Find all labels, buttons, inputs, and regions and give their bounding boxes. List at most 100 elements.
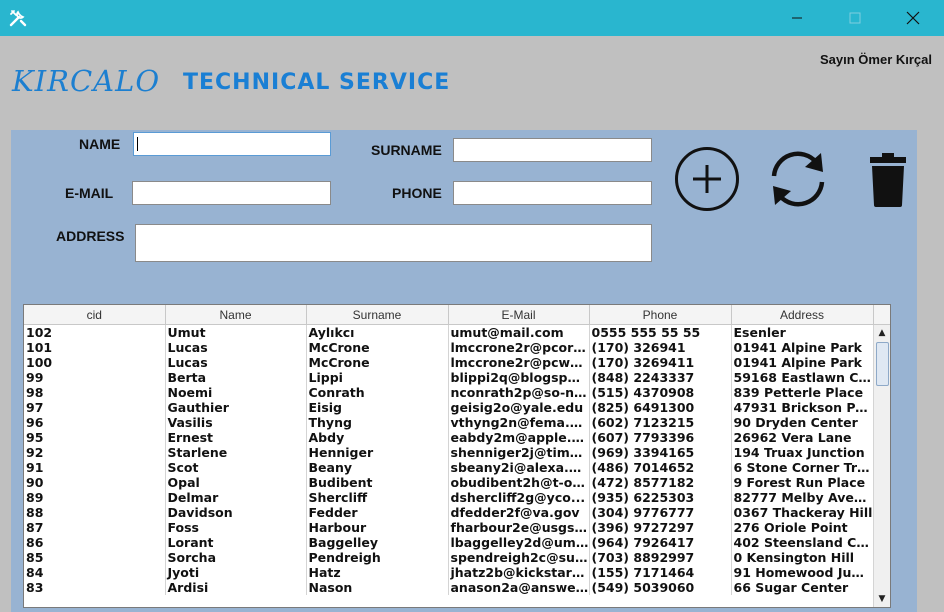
table-row[interactable]: 88 Davidson Fedder dfedder2f@va.gov (304) 97… bbox=[24, 505, 874, 520]
cell-phone: (969) 3394165 bbox=[589, 445, 732, 460]
cell-cid: 101 bbox=[24, 340, 166, 355]
address-field[interactable] bbox=[135, 224, 652, 262]
cell-email: vthyng2n@fema.g... bbox=[448, 415, 590, 430]
table-row[interactable]: 96 Vasilis Thyng vthyng2n@fema.g... (602) 71… bbox=[24, 415, 874, 430]
cell-address: 91 Homewood Jun... bbox=[731, 565, 874, 580]
table-row[interactable]: 98 Noemi Conrath nconrath2p@so-ne... (515) 4… bbox=[24, 385, 874, 400]
table-row[interactable]: 101 Lucas McCrone lmccrone2r@pcorl... (170) … bbox=[24, 340, 874, 355]
add-button[interactable] bbox=[672, 144, 742, 214]
cell-address: 66 Sugar Center bbox=[731, 580, 874, 595]
address-label: ADDRESS bbox=[56, 228, 125, 244]
cell-email: spendreigh2c@sun... bbox=[448, 550, 590, 565]
maximize-button[interactable] bbox=[832, 0, 878, 36]
table-row[interactable]: 83 Ardisi Nason anason2a@answer... (549) 503… bbox=[24, 580, 874, 595]
close-icon bbox=[906, 11, 920, 25]
cell-phone: (935) 6225303 bbox=[589, 490, 732, 505]
cell-phone: (549) 5039060 bbox=[589, 580, 732, 595]
cell-surname: Beany bbox=[306, 460, 449, 475]
table-row[interactable]: 87 Foss Harbour fharbour2e@usgs.... (396) 97… bbox=[24, 520, 874, 535]
minimize-button[interactable] bbox=[774, 0, 820, 36]
cell-cid: 100 bbox=[24, 355, 166, 370]
table-row[interactable]: 86 Lorant Baggelley lbaggelley2d@umi... (964… bbox=[24, 535, 874, 550]
table-row[interactable]: 85 Sorcha Pendreigh spendreigh2c@sun... (703… bbox=[24, 550, 874, 565]
column-header-name[interactable]: Name bbox=[165, 305, 307, 325]
surname-field[interactable] bbox=[453, 138, 652, 162]
table-row[interactable]: 92 Starlene Henniger shenniger2j@time... (96… bbox=[24, 445, 874, 460]
column-header-cid[interactable]: cid bbox=[24, 305, 166, 325]
surname-label: SURNAME bbox=[371, 142, 442, 158]
cell-email: blippi2q@blogspo... bbox=[448, 370, 590, 385]
close-button[interactable] bbox=[890, 0, 936, 36]
phone-label: PHONE bbox=[392, 185, 442, 201]
cell-surname: Abdy bbox=[306, 430, 449, 445]
cell-surname: Eisig bbox=[306, 400, 449, 415]
email-label: E-MAIL bbox=[65, 185, 114, 201]
cell-name: Ardisi bbox=[165, 580, 307, 595]
column-header-phone[interactable]: Phone bbox=[589, 305, 732, 325]
cell-surname: McCrone bbox=[306, 340, 449, 355]
cell-surname: Lippi bbox=[306, 370, 449, 385]
cell-address: 01941 Alpine Park bbox=[731, 340, 874, 355]
cell-name: Gauthier bbox=[165, 400, 307, 415]
table-row[interactable]: 99 Berta Lippi blippi2q@blogspo... (848) 224… bbox=[24, 370, 874, 385]
cell-cid: 87 bbox=[24, 520, 166, 535]
customer-table[interactable]: cid Name Surname E-Mail Phone Address 10… bbox=[23, 304, 891, 608]
cell-cid: 102 bbox=[24, 324, 166, 340]
cell-phone: (825) 6491300 bbox=[589, 400, 732, 415]
cell-cid: 83 bbox=[24, 580, 166, 595]
cell-cid: 88 bbox=[24, 505, 166, 520]
cell-phone: (170) 3269411 bbox=[589, 355, 732, 370]
cell-surname: Shercliff bbox=[306, 490, 449, 505]
cell-phone: (602) 7123215 bbox=[589, 415, 732, 430]
table-row[interactable]: 84 Jyoti Hatz jhatz2b@kickstart... (155) 717… bbox=[24, 565, 874, 580]
name-field[interactable] bbox=[133, 132, 331, 156]
column-header-email[interactable]: E-Mail bbox=[448, 305, 590, 325]
cell-address: 59168 Eastlawn Cir... bbox=[731, 370, 874, 385]
cell-surname: Baggelley bbox=[306, 535, 449, 550]
delete-button[interactable] bbox=[853, 144, 923, 214]
refresh-button[interactable] bbox=[763, 144, 833, 214]
table-row[interactable]: 91 Scot Beany sbeany2i@alexa.c... (486) 7014… bbox=[24, 460, 874, 475]
scroll-thumb[interactable] bbox=[876, 342, 889, 386]
cell-cid: 84 bbox=[24, 565, 166, 580]
cell-surname: Conrath bbox=[306, 385, 449, 400]
cell-address: 9 Forest Run Place bbox=[731, 475, 874, 490]
cell-name: Noemi bbox=[165, 385, 307, 400]
cell-address: 47931 Brickson Pa... bbox=[731, 400, 874, 415]
email-field[interactable] bbox=[132, 181, 331, 205]
column-header-address[interactable]: Address bbox=[731, 305, 874, 325]
cell-name: Foss bbox=[165, 520, 307, 535]
cell-name: Davidson bbox=[165, 505, 307, 520]
page-title: TECHNICAL SERVICE bbox=[183, 70, 451, 95]
cell-phone: (486) 7014652 bbox=[589, 460, 732, 475]
table-row[interactable]: 100 Lucas McCrone lmccrone2r@pcwo... (170) 3… bbox=[24, 355, 874, 370]
table-row[interactable]: 102 Umut Aylıkcı umut@mail.com 0555 555 55 5… bbox=[24, 324, 874, 340]
table-row[interactable]: 95 Ernest Abdy eabdy2m@apple.c... (607) 7793… bbox=[24, 430, 874, 445]
table-row[interactable]: 90 Opal Budibent obudibent2h@t-on... (472) 8… bbox=[24, 475, 874, 490]
scroll-down-button[interactable]: ▼ bbox=[874, 591, 890, 607]
cell-name: Vasilis bbox=[165, 415, 307, 430]
customer-form-panel: NAME SURNAME E-MAIL PHONE ADDRESS cid Na… bbox=[11, 130, 917, 612]
table-row[interactable]: 89 Delmar Shercliff dshercliff2g@yco... (935… bbox=[24, 490, 874, 505]
user-greeting: Sayın Ömer Kırçal bbox=[820, 52, 932, 67]
cell-phone: (472) 8577182 bbox=[589, 475, 732, 490]
vertical-scrollbar[interactable]: ▲ ▼ bbox=[873, 325, 890, 607]
logo: KIRCALO bbox=[12, 64, 161, 98]
cell-surname: Nason bbox=[306, 580, 449, 595]
cell-email: anason2a@answer... bbox=[448, 580, 590, 595]
cell-name: Starlene bbox=[165, 445, 307, 460]
phone-field[interactable] bbox=[453, 181, 652, 205]
cell-cid: 92 bbox=[24, 445, 166, 460]
table-row[interactable]: 97 Gauthier Eisig geisig2o@yale.edu (825) 64… bbox=[24, 400, 874, 415]
maximize-icon bbox=[849, 12, 861, 24]
cell-phone: (515) 4370908 bbox=[589, 385, 732, 400]
cell-surname: McCrone bbox=[306, 355, 449, 370]
title-bar bbox=[0, 0, 944, 36]
cell-address: 194 Truax Junction bbox=[731, 445, 874, 460]
cell-name: Opal bbox=[165, 475, 307, 490]
cell-phone: (703) 8892997 bbox=[589, 550, 732, 565]
scroll-up-button[interactable]: ▲ bbox=[874, 325, 890, 341]
column-header-surname[interactable]: Surname bbox=[306, 305, 449, 325]
cell-phone: (607) 7793396 bbox=[589, 430, 732, 445]
refresh-icon bbox=[771, 151, 825, 207]
